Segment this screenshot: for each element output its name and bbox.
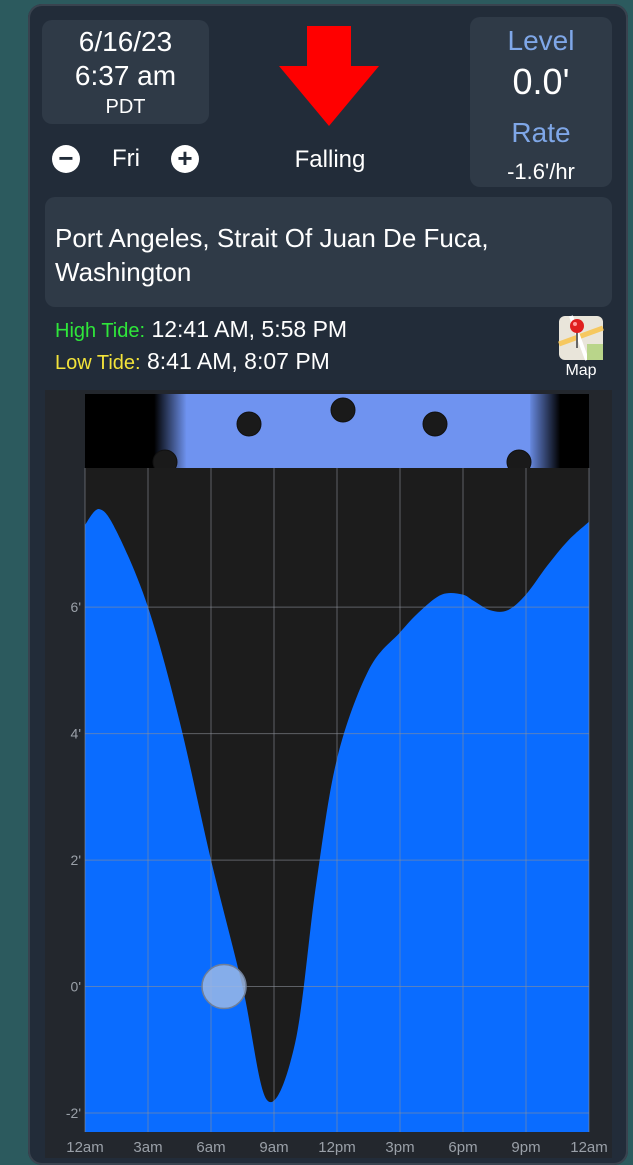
- x-tick-label: 3am: [133, 1139, 162, 1156]
- low-tide-row: Low Tide: 8:41 AM, 8:07 PM: [55, 348, 347, 380]
- date-label: 6/16/23: [78, 26, 173, 57]
- y-tick-label: 0': [71, 979, 81, 995]
- y-tick-label: -2': [66, 1105, 81, 1121]
- x-tick-label: 12am: [66, 1139, 104, 1156]
- high-tide-row: High Tide: 12:41 AM, 5:58 PM: [55, 316, 347, 348]
- x-tick-label: 9am: [259, 1139, 288, 1156]
- low-tide-times: 8:41 AM, 8:07 PM: [147, 348, 330, 374]
- map-button[interactable]: Map: [557, 314, 605, 380]
- date-time-box: 6/16/23 6:37 am PDT: [42, 20, 209, 124]
- high-tide-times: 12:41 AM, 5:58 PM: [151, 316, 348, 342]
- low-tide-label: Low Tide:: [55, 352, 141, 374]
- plus-icon: +: [177, 143, 193, 173]
- sun-icon-2: [330, 397, 356, 423]
- falling-arrow-icon: [279, 26, 379, 126]
- x-tick-label: 3pm: [385, 1139, 414, 1156]
- x-tick-label: 12pm: [318, 1139, 356, 1156]
- previous-day-button[interactable]: −: [52, 145, 80, 173]
- timezone-label: PDT: [105, 96, 146, 118]
- y-tick-label: 4': [71, 726, 81, 742]
- location-name: Port Angeles, Strait Of Juan De Fuca, Wa…: [55, 223, 489, 287]
- location-box[interactable]: Port Angeles, Strait Of Juan De Fuca, Wa…: [45, 197, 612, 307]
- map-pin-icon: [558, 315, 604, 361]
- level-value: 0.0': [512, 61, 570, 102]
- high-tide-label: High Tide:: [55, 320, 146, 342]
- sun-icon-3: [422, 411, 448, 437]
- tide-chart-svg: -2' 0' 2' 4' 6' 12am 3am 6am 9am 12pm 3pm 6pm 9pm 12a…: [45, 390, 612, 1158]
- sun-icon-1: [236, 411, 262, 437]
- rate-label: Rate: [511, 117, 571, 148]
- level-rate-box: Level 0.0' Rate -1.6'/hr: [470, 17, 612, 187]
- y-tick-label: 2': [71, 852, 81, 868]
- x-tick-label: 9pm: [511, 1139, 540, 1156]
- x-tick-label: 12am: [570, 1139, 608, 1156]
- tide-times: High Tide: 12:41 AM, 5:58 PM Low Tide: 8…: [55, 316, 347, 380]
- map-label: Map: [565, 362, 597, 379]
- current-level-marker: [201, 963, 247, 1010]
- day-label: Fri: [112, 145, 140, 172]
- x-tick-label: 6pm: [448, 1139, 477, 1156]
- day-navigator: − Fri +: [52, 143, 202, 177]
- rate-value: -1.6'/hr: [507, 159, 575, 184]
- y-tick-label: 6': [71, 599, 81, 615]
- tide-chart[interactable]: -2' 0' 2' 4' 6' 12am 3am 6am 9am 12pm 3pm 6pm 9pm 12a…: [45, 390, 612, 1158]
- level-label: Level: [507, 25, 575, 56]
- x-tick-label: 6am: [196, 1139, 225, 1156]
- time-label: 6:37 am: [74, 60, 177, 91]
- next-day-button[interactable]: +: [171, 145, 199, 173]
- minus-icon: −: [58, 143, 74, 173]
- trend-label: Falling: [294, 146, 366, 173]
- daylight-fill: [186, 394, 531, 468]
